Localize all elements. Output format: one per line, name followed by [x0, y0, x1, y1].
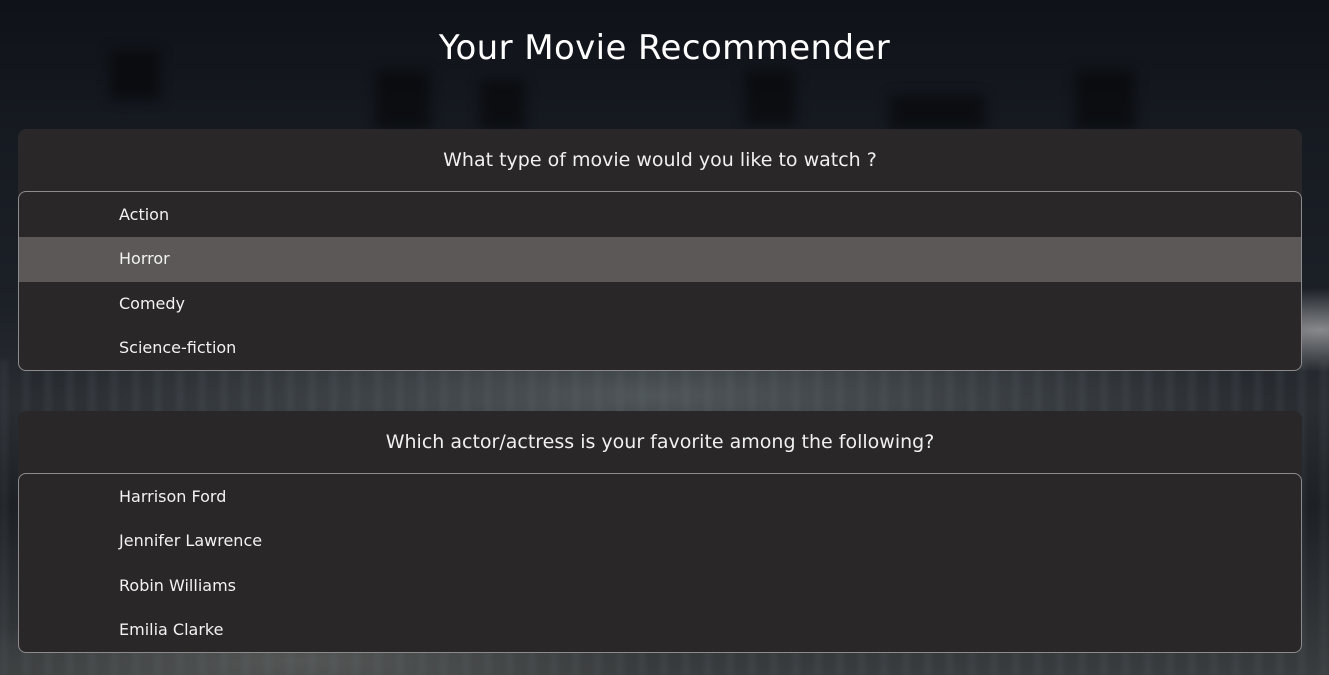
background-image	[890, 95, 985, 130]
question-text: Which actor/actress is your favorite amo…	[385, 431, 935, 453]
option-comedy[interactable]: Comedy	[19, 282, 1301, 326]
option-harrison-ford[interactable]: Harrison Ford	[19, 475, 1301, 519]
question-text: What type of movie would you like to wat…	[443, 149, 877, 171]
option-list: Action Horror Comedy Science-fiction	[18, 191, 1302, 371]
option-science-fiction[interactable]: Science-fiction	[19, 326, 1301, 370]
background-image	[745, 70, 795, 125]
background-image	[480, 80, 525, 130]
option-robin-williams[interactable]: Robin Williams	[19, 564, 1301, 608]
option-emilia-clarke[interactable]: Emilia Clarke	[19, 608, 1301, 652]
question-card-movie-type: What type of movie would you like to wat…	[18, 129, 1302, 371]
background-image	[375, 70, 430, 130]
page-title: Your Movie Recommender	[438, 28, 891, 68]
background-image	[1075, 70, 1135, 130]
option-horror[interactable]: Horror	[19, 237, 1301, 282]
option-jennifer-lawrence[interactable]: Jennifer Lawrence	[19, 519, 1301, 563]
question-card-favorite-actor: Which actor/actress is your favorite amo…	[18, 411, 1302, 653]
option-list: Harrison Ford Jennifer Lawrence Robin Wi…	[18, 473, 1302, 653]
option-action[interactable]: Action	[19, 193, 1301, 237]
